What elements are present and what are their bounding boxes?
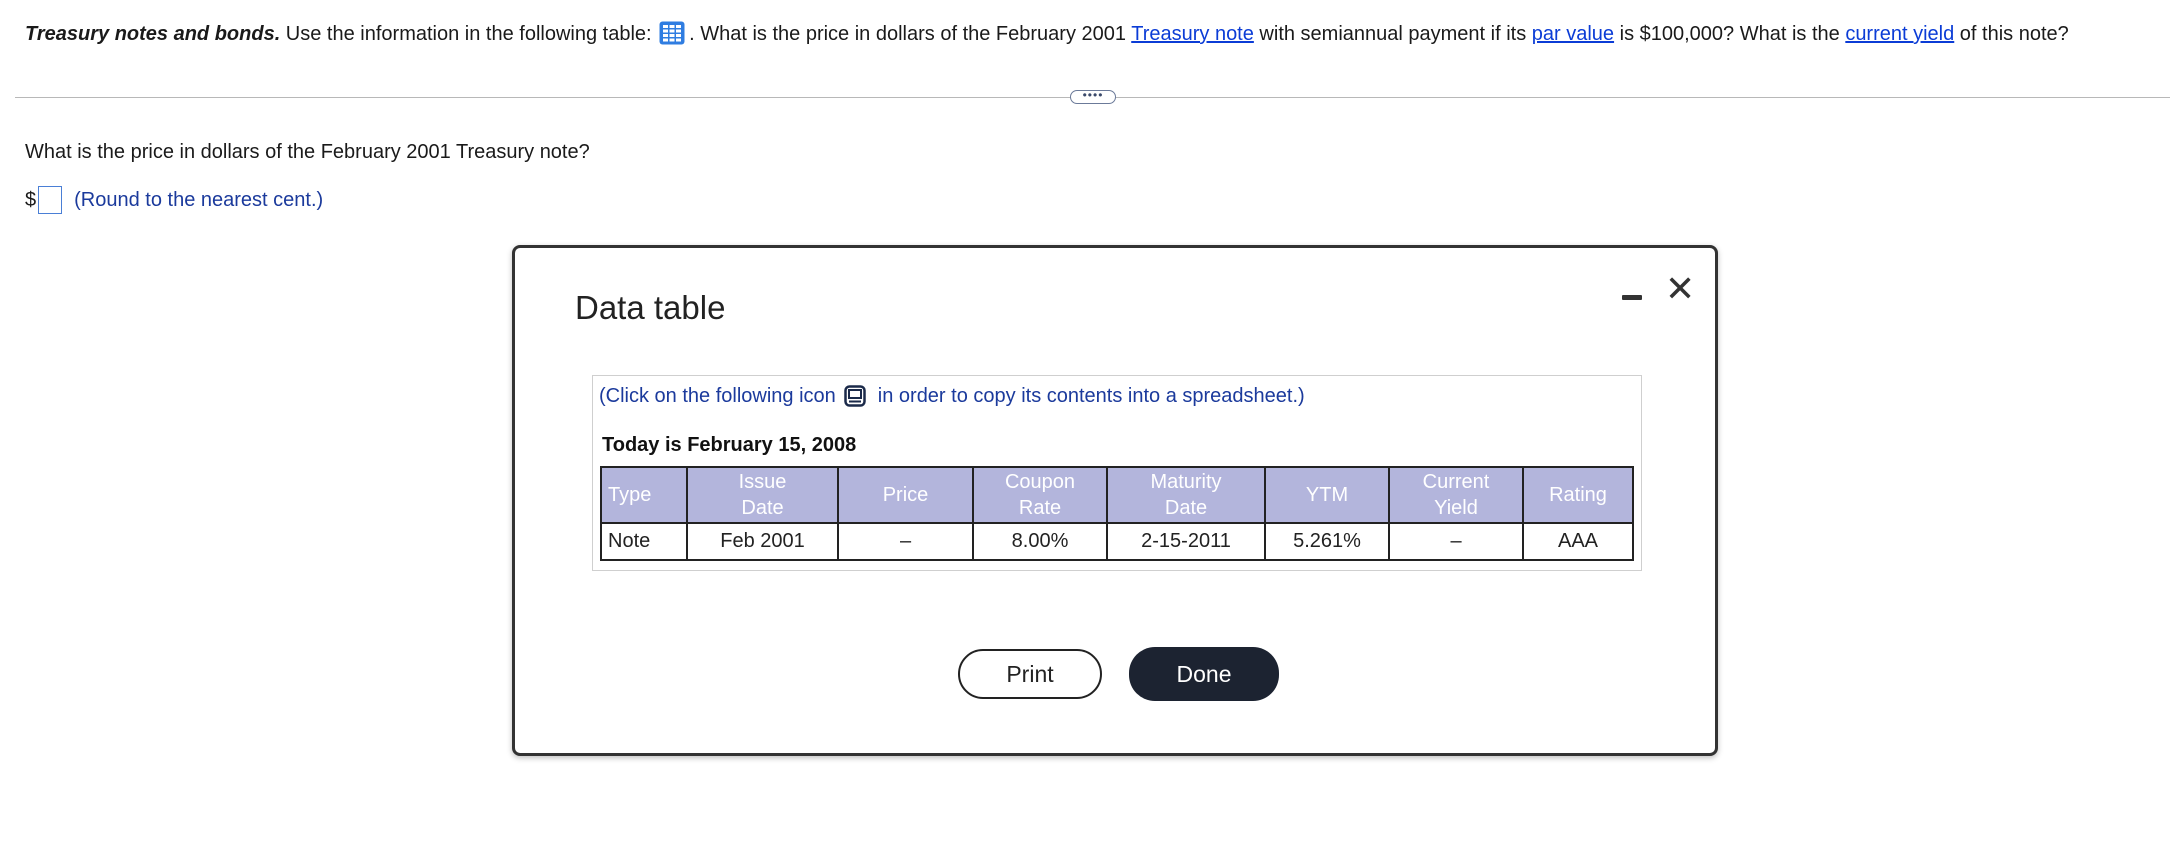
par-value-link[interactable]: par value [1532,23,1614,45]
today-date-label: Today is February 15, 2008 [602,434,857,456]
print-button[interactable]: Print [958,649,1102,699]
question-part2: . What is the price in dollars of the Fe… [689,23,1132,45]
header-type: Type [600,466,688,524]
rounding-hint: (Round to the nearest cent.) [74,189,324,211]
cell-price: – [837,522,974,561]
question-part5: of this note? [1954,23,2069,45]
treasury-note-link[interactable]: Treasury note [1131,23,1254,45]
treasury-data-table: Type Issue Date Price Coupon Rate Maturity… [600,466,1634,561]
answer-row: $ (Round to the nearest cent.) [25,186,323,214]
question-part1: Use the information in the following tab… [280,23,658,45]
dialog-title: Data table [575,289,726,326]
header-issue-date: Issue Date [686,466,839,524]
currency-symbol: $ [25,189,37,211]
data-table-dialog: Data table ✕ (Click on the following ico… [512,245,1718,756]
cell-current-yield: – [1388,522,1524,561]
spreadsheet-copy-icon[interactable] [844,385,866,407]
copy-note-before: (Click on the following icon [599,385,836,407]
cell-coupon-rate: 8.00% [972,522,1108,561]
header-ytm: YTM [1264,466,1390,524]
cell-maturity-date: 2-15-2011 [1106,522,1266,561]
header-price: Price [837,466,974,524]
cell-type: Note [600,522,688,561]
question-part4: is $100,000? What is the [1614,23,1846,45]
cell-rating: AAA [1522,522,1634,561]
header-coupon-rate: Coupon Rate [972,466,1108,524]
minimize-icon[interactable] [1622,287,1644,307]
question-part3: with semiannual payment if its [1253,23,1532,45]
data-panel: (Click on the following icon in order to… [592,375,1642,571]
table-grid-icon[interactable] [659,21,685,45]
copy-instruction: (Click on the following icon in order to… [599,382,1305,410]
table-row: Note Feb 2001 – 8.00% 2-15-2011 5.261% –… [600,522,1634,561]
close-icon[interactable]: ✕ [1665,271,1695,307]
question-text: Treasury notes and bonds. Use the inform… [25,20,2069,48]
price-answer-input[interactable] [38,186,63,214]
header-rating: Rating [1522,466,1634,524]
table-header-row: Type Issue Date Price Coupon Rate Maturity… [600,466,1634,524]
copy-note-after: in order to copy its contents into a spr… [877,385,1305,407]
header-current-yield: Current Yield [1388,466,1524,524]
header-maturity-date: Maturity Date [1106,466,1266,524]
cell-issue-date: Feb 2001 [686,522,839,561]
done-button[interactable]: Done [1129,647,1279,701]
sub-question: What is the price in dollars of the Febr… [25,141,590,163]
expand-more-button[interactable]: •••• [1070,89,1116,104]
cell-ytm: 5.261% [1264,522,1390,561]
current-yield-link[interactable]: current yield [1845,23,1954,45]
question-lead: Treasury notes and bonds. [25,23,281,45]
